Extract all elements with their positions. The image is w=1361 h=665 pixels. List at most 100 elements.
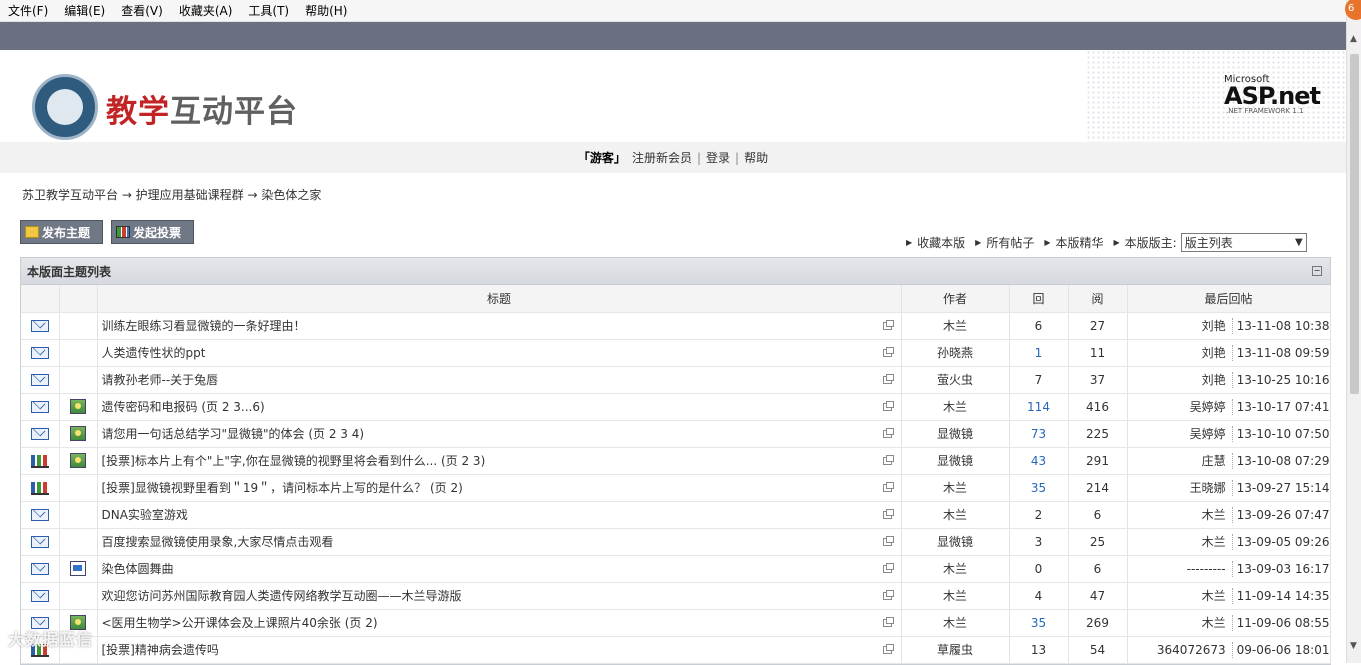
table-row[interactable]: <医用生物学>公开课体会及上课照片40余张 (页 2) 木兰 35 269 木兰 11-0… (21, 609, 1331, 637)
last-post-user[interactable]: 刘艳 (1128, 371, 1233, 388)
last-post-user[interactable]: 王晓娜 (1128, 479, 1233, 496)
site-logo-text[interactable]: 教学互动平台 (106, 86, 298, 131)
author-cell[interactable]: 木兰 (901, 393, 1010, 421)
menu-item[interactable]: 帮助(H) (305, 2, 347, 19)
author-cell[interactable]: 木兰 (901, 582, 1010, 610)
replies-cell[interactable]: 35 (1009, 609, 1069, 637)
digest-link[interactable]: 本版精华 (1056, 234, 1104, 251)
table-row[interactable]: 人类遗传性状的ppt 孙晓燕 1 11 刘艳 13-11-08 09:59 (21, 339, 1331, 367)
menu-item[interactable]: 文件(F) (8, 2, 48, 19)
table-row[interactable]: 染色体圆舞曲 木兰 0 6 --------- 13-09-03 16:17 (21, 555, 1331, 583)
last-post-time[interactable]: 13-10-10 07:50 (1233, 427, 1329, 441)
collapse-icon[interactable]: − (1312, 266, 1322, 276)
new-poll-button[interactable]: 发起投票 (111, 220, 194, 244)
topic-title-link[interactable]: 欢迎您访问苏州国际教育园人类遗传网络教学互动圈——木兰导游版 (102, 589, 462, 603)
open-new-window-icon[interactable] (882, 400, 894, 411)
replies-cell[interactable]: 114 (1009, 393, 1069, 421)
last-post-user[interactable]: 庄慧 (1128, 452, 1233, 469)
replies-cell[interactable]: 1 (1009, 339, 1069, 367)
open-new-window-icon[interactable] (882, 643, 894, 654)
topic-title-link[interactable]: DNA实验室游戏 (102, 508, 188, 522)
last-post-user[interactable]: 吴婷婷 (1128, 425, 1233, 442)
browser-badge[interactable]: 6 (1345, 0, 1361, 20)
open-new-window-icon[interactable] (882, 427, 894, 438)
register-link[interactable]: 注册新会员 (632, 149, 692, 166)
last-post-user[interactable]: --------- (1128, 560, 1233, 577)
table-row[interactable]: 遗传密码和电报码 (页 2 3...6) 木兰 114 416 吴婷婷 13-10-17 … (21, 393, 1331, 421)
replies-cell[interactable]: 73 (1009, 420, 1069, 448)
replies-cell[interactable]: 35 (1009, 474, 1069, 502)
scroll-up-arrow-icon[interactable]: ▲ (1350, 34, 1357, 44)
table-row[interactable]: [投票]标本片上有个"上"字,你在显微镜的视野里将会看到什么... (页 2 3… (21, 447, 1331, 475)
table-row[interactable]: 请教孙老师--关于兔唇 萤火虫 7 37 刘艳 13-10-25 10:16 (21, 366, 1331, 394)
open-new-window-icon[interactable] (882, 373, 894, 384)
open-new-window-icon[interactable] (882, 562, 894, 573)
last-post-time[interactable]: 09-06-06 18:01 (1233, 643, 1329, 657)
page-links[interactable]: (页 2 3 4) (305, 427, 364, 441)
last-post-user[interactable]: 木兰 (1128, 506, 1233, 523)
last-post-user[interactable]: 木兰 (1128, 533, 1233, 550)
school-logo-icon[interactable] (32, 74, 98, 140)
author-cell[interactable]: 木兰 (901, 609, 1010, 637)
all-posts-link[interactable]: 所有帖子 (986, 234, 1034, 251)
new-topic-button[interactable]: 发布主题 (20, 220, 103, 244)
menu-item[interactable]: 收藏夹(A) (179, 2, 233, 19)
menu-item[interactable]: 编辑(E) (64, 2, 105, 19)
page-links[interactable]: (页 2 3) (437, 454, 485, 468)
last-post-time[interactable]: 13-10-17 07:41 (1233, 400, 1329, 414)
last-post-user[interactable]: 吴婷婷 (1128, 398, 1233, 415)
last-post-time[interactable]: 11-09-06 08:55 (1233, 616, 1329, 630)
last-post-time[interactable]: 13-10-25 10:16 (1233, 373, 1329, 387)
table-row[interactable]: 训练左眼练习看显微镜的一条好理由！ 木兰 6 27 刘艳 13-11-08 10:38 (21, 312, 1331, 340)
author-cell[interactable]: 木兰 (901, 474, 1010, 502)
topic-title-link[interactable]: [投票]标本片上有个"上"字,你在显微镜的视野里将会看到什么... (102, 454, 438, 468)
last-post-time[interactable]: 13-10-08 07:29 (1233, 454, 1329, 468)
page-links[interactable]: (页 2) (426, 481, 463, 495)
author-cell[interactable]: 草履虫 (901, 636, 1010, 664)
topic-title-link[interactable]: 人类遗传性状的ppt (102, 346, 206, 360)
table-row[interactable]: [投票]精神病会遗传吗 草履虫 13 54 364072673 09-06-06 18:0… (21, 636, 1331, 664)
login-link[interactable]: 登录 (706, 149, 730, 166)
last-post-user[interactable]: 刘艳 (1128, 344, 1233, 361)
topic-title-link[interactable]: [投票]精神病会遗传吗 (102, 643, 219, 657)
menu-item[interactable]: 工具(T) (248, 2, 289, 19)
last-post-user[interactable]: 木兰 (1128, 614, 1233, 631)
topic-title-link[interactable]: 训练左眼练习看显微镜的一条好理由！ (102, 319, 306, 333)
topic-title-link[interactable]: 百度搜索显微镜使用录象,大家尽情点击观看 (102, 535, 334, 549)
table-row[interactable]: 百度搜索显微镜使用录象,大家尽情点击观看 显微镜 3 25 木兰 13-09-05 09:… (21, 528, 1331, 556)
last-post-user[interactable]: 刘艳 (1128, 317, 1233, 334)
replies-cell[interactable]: 43 (1009, 447, 1069, 475)
author-cell[interactable]: 木兰 (901, 501, 1010, 529)
vertical-scrollbar[interactable]: 6 ▲ ▼ (1345, 0, 1361, 663)
open-new-window-icon[interactable] (882, 346, 894, 357)
scroll-thumb[interactable] (1350, 54, 1359, 394)
last-post-time[interactable]: 11-09-14 14:35 (1233, 589, 1329, 603)
author-cell[interactable]: 显微镜 (901, 447, 1010, 475)
last-post-time[interactable]: 13-11-08 10:38 (1233, 319, 1329, 333)
moderators-select[interactable]: 版主列表 ▼ (1180, 233, 1307, 252)
author-cell[interactable]: 孙晓燕 (901, 339, 1010, 367)
open-new-window-icon[interactable] (882, 616, 894, 627)
scroll-down-arrow-icon[interactable]: ▼ (1350, 641, 1357, 651)
last-post-user[interactable]: 364072673 (1128, 641, 1233, 658)
topic-title-link[interactable]: 染色体圆舞曲 (102, 562, 174, 576)
last-post-user[interactable]: 木兰 (1128, 587, 1233, 604)
menu-item[interactable]: 查看(V) (121, 2, 163, 19)
topic-title-link[interactable]: [投票]显微镜视野里看到＂19＂，请问标本片上写的是什么？ (102, 481, 427, 495)
favorite-forum-link[interactable]: 收藏本版 (917, 234, 965, 251)
last-post-time[interactable]: 13-09-27 15:14 (1233, 481, 1329, 495)
table-row[interactable]: 请您用一句话总结学习"显微镜"的体会 (页 2 3 4) 显微镜 73 225 吴婷婷 1… (21, 420, 1331, 448)
topic-title-link[interactable]: <医用生物学>公开课体会及上课照片40余张 (102, 616, 341, 630)
author-cell[interactable]: 显微镜 (901, 528, 1010, 556)
table-row[interactable]: [投票]显微镜视野里看到＂19＂，请问标本片上写的是什么？ (页 2) 木兰 35 2… (21, 474, 1331, 502)
open-new-window-icon[interactable] (882, 454, 894, 465)
last-post-time[interactable]: 13-09-26 07:47 (1233, 508, 1329, 522)
last-post-time[interactable]: 13-11-08 09:59 (1233, 346, 1329, 360)
topic-title-link[interactable]: 请教孙老师--关于兔唇 (102, 373, 219, 387)
open-new-window-icon[interactable] (882, 481, 894, 492)
open-new-window-icon[interactable] (882, 319, 894, 330)
author-cell[interactable]: 萤火虫 (901, 366, 1010, 394)
page-links[interactable]: (页 2) (341, 616, 378, 630)
last-post-time[interactable]: 13-09-03 16:17 (1233, 562, 1329, 576)
author-cell[interactable]: 显微镜 (901, 420, 1010, 448)
